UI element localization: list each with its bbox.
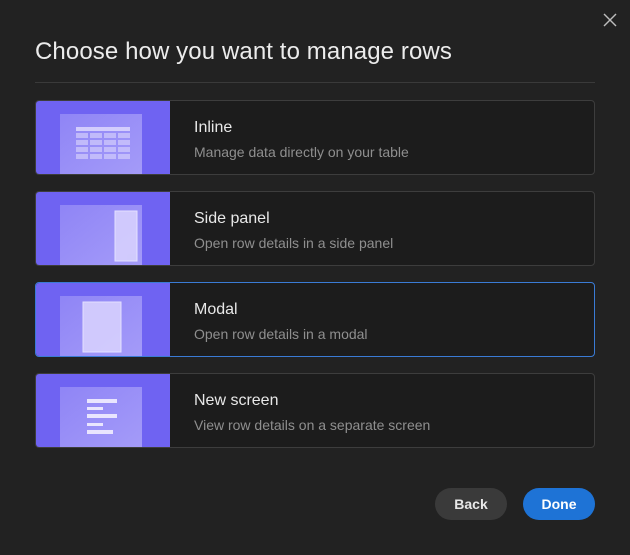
done-button[interactable]: Done [523,488,595,520]
option-label: New screen [194,392,279,409]
option-description: Open row details in a side panel [194,235,394,251]
option-label: Modal [194,301,238,318]
option-description: View row details on a separate screen [194,417,431,433]
back-button[interactable]: Back [435,488,507,520]
options-list: Inline Manage data directly on your tabl… [35,100,595,464]
option-modal[interactable]: Modal Open row details in a modal [35,282,595,357]
option-side-panel[interactable]: Side panel Open row details in a side pa… [35,191,595,266]
option-description: Open row details in a modal [194,326,368,342]
option-new-screen[interactable]: New screen View row details on a separat… [35,373,595,448]
title-divider [35,82,595,83]
option-inline[interactable]: Inline Manage data directly on your tabl… [35,100,595,175]
side-panel-icon [36,192,170,265]
inline-table-icon [36,101,170,174]
option-description: Manage data directly on your table [194,144,409,160]
manage-rows-dialog: Choose how you want to manage rows Inlin… [0,0,630,555]
modal-icon [36,283,170,356]
dialog-title: Choose how you want to manage rows [35,38,452,65]
option-label: Inline [194,119,233,136]
option-label: Side panel [194,210,270,227]
close-icon[interactable] [602,12,618,28]
new-screen-icon [36,374,170,447]
